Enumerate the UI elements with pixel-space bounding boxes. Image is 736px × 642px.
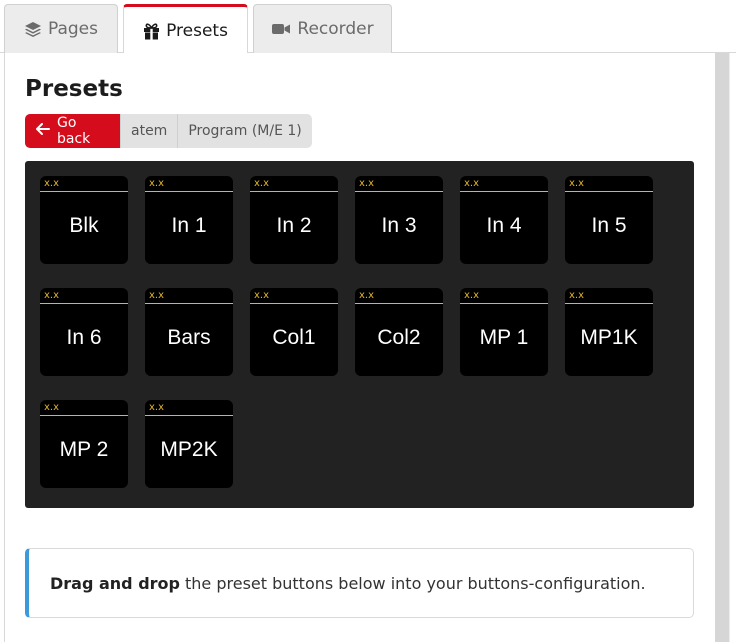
drag-drop-info: Drag and drop the preset buttons below i… <box>25 548 694 618</box>
preset-tag: x.x <box>149 290 165 301</box>
window-edge <box>729 53 736 642</box>
layers-icon <box>24 20 42 38</box>
tab-presets-label: Presets <box>166 20 228 41</box>
preset-tag: x.x <box>149 178 165 189</box>
preset-tag: x.x <box>44 402 60 413</box>
preset-label: In 5 <box>591 214 627 237</box>
preset-button[interactable]: x.x MP 2 <box>40 400 128 488</box>
preset-divider <box>565 191 653 192</box>
preset-button[interactable]: x.x MP1K <box>565 288 653 376</box>
preset-button[interactable]: x.x In 4 <box>460 176 548 264</box>
preset-label: MP 1 <box>479 326 529 349</box>
tab-pages-label: Pages <box>47 19 98 39</box>
preset-button[interactable]: x.x Blk <box>40 176 128 264</box>
tab-presets[interactable]: Presets <box>123 4 248 54</box>
preset-divider <box>145 415 233 416</box>
breadcrumb-item-atem[interactable]: atem <box>120 114 178 148</box>
preset-divider <box>145 191 233 192</box>
callout-bold-text: Drag and drop <box>50 573 180 593</box>
preset-tag: x.x <box>44 178 60 189</box>
preset-label: MP2K <box>160 438 218 461</box>
preset-button[interactable]: x.x In 1 <box>145 176 233 264</box>
tab-recorder[interactable]: Recorder <box>253 4 392 53</box>
tab-bar: Pages Presets Recorder <box>0 0 736 54</box>
preset-tag: x.x <box>569 178 585 189</box>
preset-button[interactable]: x.x In 6 <box>40 288 128 376</box>
preset-button[interactable]: x.x Col1 <box>250 288 338 376</box>
preset-divider <box>40 415 128 416</box>
preset-label: In 6 <box>66 326 102 349</box>
preset-button[interactable]: x.x Col2 <box>355 288 443 376</box>
preset-button[interactable]: x.x In 2 <box>250 176 338 264</box>
arrow-left-icon <box>36 123 50 139</box>
breadcrumb-item-program[interactable]: Program (M/E 1) <box>177 114 312 148</box>
preset-divider <box>250 303 338 304</box>
preset-divider <box>565 303 653 304</box>
preset-tag: x.x <box>254 178 270 189</box>
preset-divider <box>145 303 233 304</box>
preset-divider <box>355 191 443 192</box>
preset-tag: x.x <box>569 290 585 301</box>
preset-tag: x.x <box>359 178 375 189</box>
preset-tag: x.x <box>149 402 165 413</box>
preset-divider <box>460 191 548 192</box>
preset-grid: x.x Blk x.x In 1 x.x In 2 x.x In 3 x.x In 4 x.x In … <box>25 161 694 508</box>
preset-divider <box>460 303 548 304</box>
preset-tag: x.x <box>254 290 270 301</box>
callout-text: the preset buttons below into your butto… <box>185 573 646 593</box>
preset-button[interactable]: x.x In 3 <box>355 176 443 264</box>
preset-button[interactable]: x.x MP 1 <box>460 288 548 376</box>
preset-label: In 3 <box>381 214 417 237</box>
preset-button[interactable]: x.x Bars <box>145 288 233 376</box>
preset-label: MP1K <box>580 326 638 349</box>
preset-tag: x.x <box>464 178 480 189</box>
tab-pages[interactable]: Pages <box>4 4 118 53</box>
scrollbar[interactable] <box>715 53 729 642</box>
preset-label: In 1 <box>171 214 207 237</box>
preset-label: Bars <box>167 326 211 349</box>
preset-button[interactable]: x.x In 5 <box>565 176 653 264</box>
preset-label: In 4 <box>486 214 522 237</box>
preset-tag: x.x <box>359 290 375 301</box>
preset-tag: x.x <box>44 290 60 301</box>
preset-label: In 2 <box>276 214 312 237</box>
tab-recorder-label: Recorder <box>297 19 374 39</box>
preset-label: Col1 <box>272 326 316 349</box>
preset-button[interactable]: x.x MP2K <box>145 400 233 488</box>
go-back-button[interactable]: Go back <box>25 114 120 148</box>
page-title: Presets <box>25 76 123 102</box>
gift-icon <box>143 22 160 40</box>
preset-divider <box>250 191 338 192</box>
breadcrumb: Go back atem Program (M/E 1) <box>25 114 312 148</box>
video-camera-icon <box>271 21 291 37</box>
preset-divider <box>355 303 443 304</box>
preset-tag: x.x <box>464 290 480 301</box>
preset-label: MP 2 <box>59 438 109 461</box>
preset-divider <box>40 303 128 304</box>
preset-divider <box>40 191 128 192</box>
preset-label: Blk <box>69 214 99 237</box>
go-back-label: Go back <box>57 115 91 147</box>
preset-label: Col2 <box>377 326 421 349</box>
